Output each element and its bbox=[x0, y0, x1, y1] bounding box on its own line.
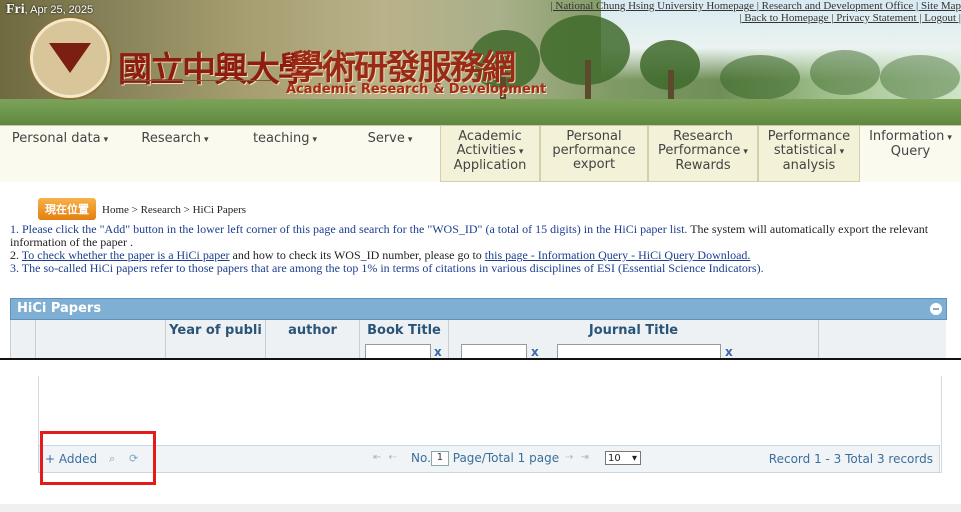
instruction-3: 3. The so-called HiCi papers refer to th… bbox=[10, 261, 764, 275]
column-blank bbox=[36, 320, 166, 358]
journal-title-filter-clear-icon[interactable]: x bbox=[725, 345, 733, 358]
menu-teaching[interactable]: teaching ▾ bbox=[230, 126, 340, 182]
highlight-box-add-button bbox=[40, 431, 156, 485]
menu-performance-statistical-analysis[interactable]: Performance statistical ▾ analysis bbox=[758, 126, 860, 182]
column-year[interactable]: Year of publi bbox=[166, 320, 266, 358]
journal-title-filter-input[interactable] bbox=[557, 344, 721, 358]
grid-pager: + Added ⌕ ⟳ ⇤ ⇠ No. 1 Page/Total 1 page ⇢… bbox=[38, 445, 940, 473]
footer-bar bbox=[0, 504, 961, 512]
collapse-icon[interactable] bbox=[930, 303, 942, 315]
main-menu: Personal data ▾ Research ▾ teaching ▾ Serve… bbox=[0, 125, 961, 182]
book-title-filter-input[interactable] bbox=[461, 344, 527, 358]
book-title-filter-clear-icon[interactable]: x bbox=[531, 345, 539, 358]
column-tail bbox=[819, 320, 946, 358]
menu-information-query[interactable]: Information ▾ Query bbox=[860, 126, 961, 182]
menu-personal-data[interactable]: Personal data ▾ bbox=[0, 126, 120, 182]
hici-check-link[interactable]: To check whether the paper is a HiCi pap… bbox=[22, 248, 230, 262]
rows-per-page-select[interactable]: 10 ▾ bbox=[605, 451, 641, 465]
author-filter-clear-icon[interactable]: x bbox=[434, 345, 442, 358]
page-indicator: No. 1 Page/Total 1 page bbox=[411, 451, 560, 466]
site-banner: Fri, Apr 25, 2025 | National Chung Hsing… bbox=[0, 0, 961, 125]
hici-query-download-link[interactable]: this page - Information Query - HiCi Que… bbox=[485, 248, 751, 262]
breadcrumb-path: Home > Research > HiCi Papers bbox=[102, 204, 247, 216]
system-name-en: Academic Research & Development bbox=[286, 82, 547, 97]
menu-serve[interactable]: Serve ▾ bbox=[340, 126, 440, 182]
university-emblem-icon bbox=[30, 18, 110, 98]
menu-research-performance-rewards[interactable]: Research Performance ▾ Rewards bbox=[648, 126, 758, 182]
first-prev-page-icon[interactable]: ⇤ ⇠ bbox=[373, 452, 399, 463]
instruction-1: 1. Please click the "Add" button in the … bbox=[10, 222, 929, 249]
page-number-input[interactable]: 1 bbox=[430, 451, 449, 466]
grid-title-bar: HiCi Papers bbox=[10, 298, 947, 320]
university-name-underline bbox=[122, 80, 272, 89]
menu-personal-performance-export[interactable]: Personal performance export bbox=[540, 126, 648, 182]
instructions: 1. Please click the "Add" button in the … bbox=[10, 223, 955, 275]
next-last-page-icon[interactable]: ⇢ ⇥ bbox=[565, 452, 591, 463]
top-links[interactable]: | National Chung Hsing University Homepa… bbox=[481, 0, 961, 24]
current-date: Fri, Apr 25, 2025 bbox=[6, 2, 94, 17]
chevron-down-icon: ▾ bbox=[631, 453, 637, 464]
browser-viewport: Fri, Apr 25, 2025 | National Chung Hsing… bbox=[0, 0, 961, 360]
menu-research[interactable]: Research ▾ bbox=[120, 126, 230, 182]
breadcrumb: 現在位置 Home > Research > HiCi Papers bbox=[38, 198, 246, 220]
author-filter-input[interactable] bbox=[365, 344, 431, 358]
current-location-badge: 現在位置 bbox=[38, 198, 96, 220]
grid-title: HiCi Papers bbox=[17, 301, 102, 316]
grid-column-header: Year of publi author Book Title Journal … bbox=[10, 320, 946, 358]
column-author[interactable]: author bbox=[266, 320, 360, 358]
record-count: Record 1 - 3 Total 3 records bbox=[768, 452, 933, 466]
column-rownum bbox=[11, 320, 36, 358]
menu-academic-activities[interactable]: Academic Activities ▾ Application bbox=[440, 126, 540, 182]
